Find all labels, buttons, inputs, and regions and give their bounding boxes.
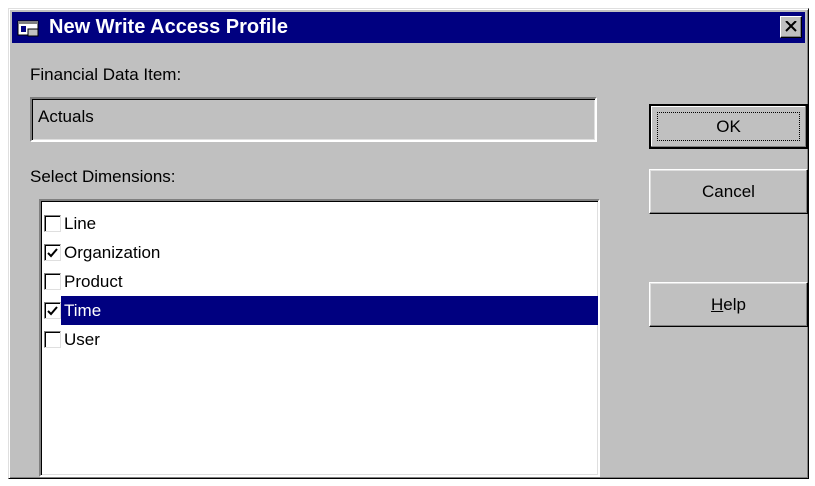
- list-item-label: Organization: [64, 242, 161, 262]
- app-window-icon: [17, 17, 45, 39]
- cancel-button-label: Cancel: [702, 181, 755, 201]
- ok-button[interactable]: OK: [649, 104, 808, 149]
- cancel-button[interactable]: Cancel: [649, 169, 808, 214]
- help-label-rest: elp: [723, 294, 746, 314]
- checkmark-icon: [47, 247, 58, 257]
- list-item[interactable]: Time: [41, 296, 598, 325]
- help-mnemonic: H: [711, 294, 724, 314]
- select-dimensions-label: Select Dimensions:: [30, 167, 176, 186]
- list-item-label: Time: [61, 296, 598, 325]
- checkbox[interactable]: [44, 244, 61, 261]
- checkbox[interactable]: [44, 302, 61, 319]
- help-button[interactable]: Help: [649, 282, 808, 327]
- close-button[interactable]: [780, 16, 802, 38]
- dimensions-listbox[interactable]: Line Organization Product Time User: [39, 199, 600, 477]
- help-button-label: Help: [711, 295, 746, 315]
- list-item-label: Product: [64, 271, 123, 291]
- list-item[interactable]: Line: [41, 209, 598, 238]
- checkbox[interactable]: [44, 331, 61, 348]
- checkmark-icon: [47, 305, 58, 315]
- list-item[interactable]: Organization: [41, 238, 598, 267]
- window-title: New Write Access Profile: [49, 16, 288, 38]
- financial-data-item-label: Financial Data Item:: [30, 65, 182, 84]
- list-item-label: User: [64, 329, 100, 349]
- list-item[interactable]: User: [41, 325, 598, 354]
- close-icon: [785, 17, 797, 37]
- focus-rectangle: [657, 112, 800, 141]
- title-bar[interactable]: New Write Access Profile: [12, 12, 805, 43]
- checkbox[interactable]: [44, 215, 61, 232]
- list-item-label: Line: [64, 213, 97, 233]
- dialog-window: New Write Access Profile Financial Data …: [8, 8, 809, 479]
- list-item[interactable]: Product: [41, 267, 598, 296]
- financial-data-item-field: Actuals: [30, 97, 597, 142]
- checkbox[interactable]: [44, 273, 61, 290]
